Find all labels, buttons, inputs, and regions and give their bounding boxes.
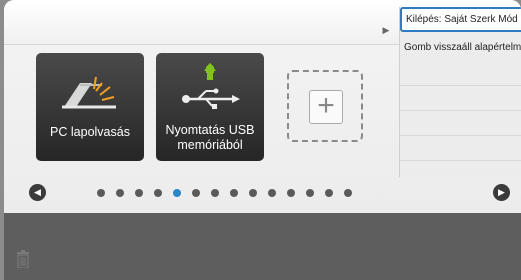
page-dot[interactable] [211,189,219,197]
usb-icon [156,63,264,113]
page-indicator [97,189,352,197]
exit-edit-mode-item[interactable]: Kilépés: Saját Szerk Mód [400,7,521,32]
page-dot[interactable] [287,189,295,197]
menu-divider [400,110,521,136]
page-dot[interactable] [192,189,200,197]
page-dot[interactable] [116,189,124,197]
prev-page-button[interactable]: ◀ [29,184,46,201]
page-dot[interactable] [154,189,162,197]
tile-label: PC lapolvasás [50,125,130,139]
action-panel-toggle[interactable]: ▶ [379,22,393,38]
page-dot[interactable] [344,189,352,197]
tile-pc-scan[interactable]: PC lapolvasás [36,53,144,161]
add-shortcut-placeholder[interactable]: + [287,70,363,142]
menu-divider [400,85,521,111]
page-dot[interactable] [268,189,276,197]
reset-buttons-item[interactable]: Gomb visszaáll alapértelm [400,35,521,60]
page-dot[interactable] [249,189,257,197]
page-dot[interactable] [135,189,143,197]
pager: ◀ ▶ [4,180,521,206]
page-dot[interactable] [97,189,105,197]
add-icon: + [309,90,343,124]
page-dot[interactable] [230,189,238,197]
action-panel: Kilépés: Saját Szerk Mód Gomb visszaáll … [399,7,521,177]
menu-divider [400,60,521,86]
tile-usb-print[interactable]: Nyomtatás USB memóriából [156,53,264,161]
tile-label: Nyomtatás USB memóriából [165,123,255,152]
trash-icon[interactable] [16,250,30,269]
menu-divider [400,135,521,161]
page-dot[interactable] [173,189,181,197]
home-screen: PC lapolvasás Nyomtatás USB memóriából +… [4,0,521,280]
page-dot[interactable] [325,189,333,197]
next-page-button[interactable]: ▶ [493,184,510,201]
page-dot[interactable] [306,189,314,197]
scanner-icon [36,63,144,113]
